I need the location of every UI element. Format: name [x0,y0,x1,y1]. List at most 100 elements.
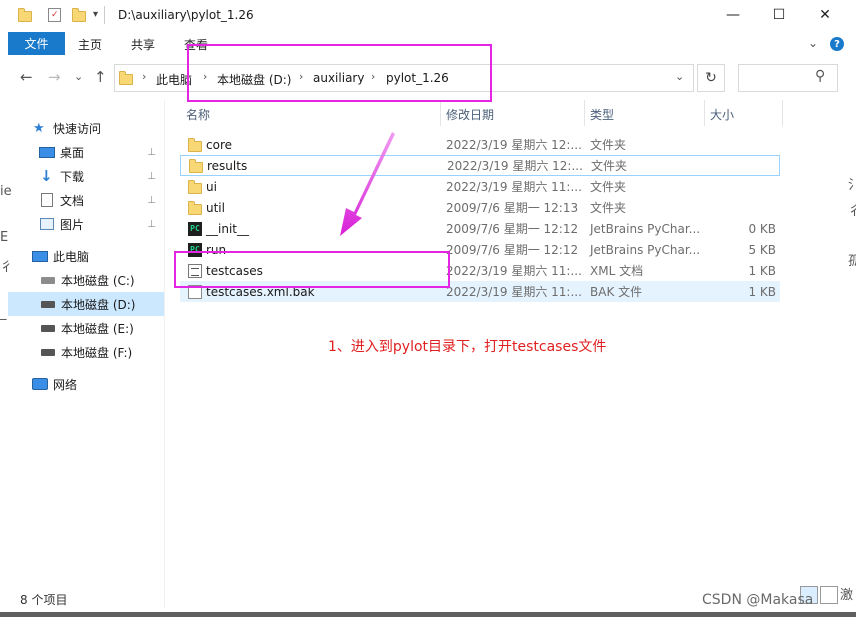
file-type: JetBrains PyChar... [590,221,701,236]
file-date: 2022/3/19 星期六 11:... [446,264,582,278]
file-date: 2022/3/19 星期六 12:... [446,138,582,152]
edge-text: ie [0,184,12,199]
column-divider[interactable] [440,100,441,126]
folder-icon [188,179,202,194]
column-header-date[interactable]: 修改日期 [446,106,494,123]
file-name: results [207,158,248,173]
column-header-type[interactable]: 类型 [590,106,614,123]
properties-icon[interactable]: ✓ [48,8,61,22]
file-type: 文件夹 [590,138,627,152]
edge-text: E [0,230,9,245]
drive-icon [41,324,55,332]
desktop-icon [39,146,55,158]
nav-label: 本地磁盘 (C:) [61,273,135,288]
help-icon[interactable]: ? [830,37,844,51]
back-button[interactable]: ← [20,68,33,86]
edge-text: 彳 [0,260,14,275]
file-date: 2009/7/6 星期一 12:12 [446,243,579,257]
folder-icon [188,200,202,215]
tab-file[interactable]: 文件 [8,32,65,55]
file-date: 2022/3/19 星期六 12:... [447,159,583,173]
expand-ribbon-icon[interactable]: ⌄ [808,36,818,50]
column-header-size[interactable]: 大小 [710,106,734,123]
pin-icon: ⊥ [147,218,156,230]
minimize-button[interactable]: — [710,0,756,30]
file-row-util[interactable]: util 2009/7/6 星期一 12:13 文件夹 [180,197,780,218]
close-button[interactable]: ✕ [802,0,848,30]
refresh-button[interactable]: ↻ [697,64,725,92]
watermark: CSDN @Makasa [702,592,814,608]
nav-label: 本地磁盘 (E:) [61,321,134,336]
edge-text: 激 [840,588,854,603]
recent-locations-button[interactable]: ⌄ [74,70,83,83]
nav-drive-d[interactable]: 本地磁盘 (D:) [8,292,164,316]
file-date: 2009/7/6 星期一 12:12 [446,222,579,236]
nav-quick-access[interactable]: ★ 快速访问 [8,116,164,140]
nav-this-pc[interactable]: 此电脑 [8,244,164,268]
tab-share[interactable]: 共享 [131,36,155,53]
nav-label: 图片 [60,217,85,232]
file-name: __init__ [206,221,249,236]
nav-desktop[interactable]: 桌面 ⊥ [8,140,164,164]
nav-downloads[interactable]: ↓ 下载 ⊥ [8,164,164,188]
nav-drive-e[interactable]: 本地磁盘 (E:) [8,316,164,340]
column-header-name[interactable]: 名称 [186,106,210,123]
network-icon [32,378,48,390]
document-icon [41,193,53,207]
customize-toolbar-icon[interactable]: ▾ [93,9,98,20]
nav-label: 下载 [60,169,85,184]
file-type: JetBrains PyChar... [590,242,701,257]
file-type: 文件夹 [591,159,628,173]
address-highlight-box [187,44,492,102]
column-divider[interactable] [782,100,783,126]
nav-label: 此电脑 [53,249,90,264]
forward-button[interactable]: → [48,68,61,86]
file-size: 1 KB [748,284,776,299]
column-divider[interactable] [584,100,585,126]
edge-text: 氵 [848,178,856,193]
drive-icon [41,276,55,284]
nav-documents[interactable]: 文档 ⊥ [8,188,164,212]
download-icon: ↓ [40,167,53,185]
maximize-button[interactable]: ☐ [756,0,802,30]
file-row-init[interactable]: PC __init__ 2009/7/6 星期一 12:12 JetBrains… [180,218,780,239]
file-row-core[interactable]: core 2022/3/19 星期六 12:... 文件夹 [180,134,780,155]
nav-label: 文档 [60,193,85,208]
folder-icon [189,158,203,173]
file-date: 2022/3/19 星期六 11:... [446,180,582,194]
nav-label: 桌面 [60,145,85,160]
drive-icon [41,348,55,356]
nav-drive-c[interactable]: 本地磁盘 (C:) [8,268,164,292]
star-icon: ★ [33,120,45,136]
folder-icon [18,7,32,22]
file-row-ui[interactable]: ui 2022/3/19 星期六 11:... 文件夹 [180,176,780,197]
testcases-highlight-box [174,251,450,288]
search-icon: ⚲ [815,68,826,84]
nav-network[interactable]: 网络 [8,372,164,396]
edge-text: 彳 [848,204,856,219]
address-dropdown-icon[interactable]: ⌄ [675,70,684,83]
up-button[interactable]: ↑ [94,68,107,86]
column-divider[interactable] [704,100,705,126]
file-type: BAK 文件 [590,285,643,299]
pin-icon: ⊥ [147,194,156,206]
folder-icon [188,137,202,152]
edge-text: _ [0,306,7,321]
nav-label: 本地磁盘 (F:) [61,345,133,360]
file-size: 1 KB [748,263,776,278]
file-size: 0 KB [748,221,776,236]
nav-pictures[interactable]: 图片 ⊥ [8,212,164,236]
pin-icon: ⊥ [147,146,156,158]
file-row-results[interactable]: results 2022/3/19 星期六 12:... 文件夹 [180,155,780,176]
nav-drive-f[interactable]: 本地磁盘 (F:) [8,340,164,364]
file-name: util [206,200,225,215]
breadcrumb-separator[interactable]: › [142,70,146,83]
window-title: D:\auxiliary\pylot_1.26 [118,8,254,22]
large-icons-view-button[interactable] [820,586,838,604]
new-folder-icon[interactable] [72,7,86,22]
file-date: 2022/3/19 星期六 11:... [446,285,582,299]
tab-home[interactable]: 主页 [78,36,102,53]
file-type: 文件夹 [590,201,627,215]
nav-label: 本地磁盘 (D:) [61,297,136,312]
pin-icon: ⊥ [147,170,156,182]
